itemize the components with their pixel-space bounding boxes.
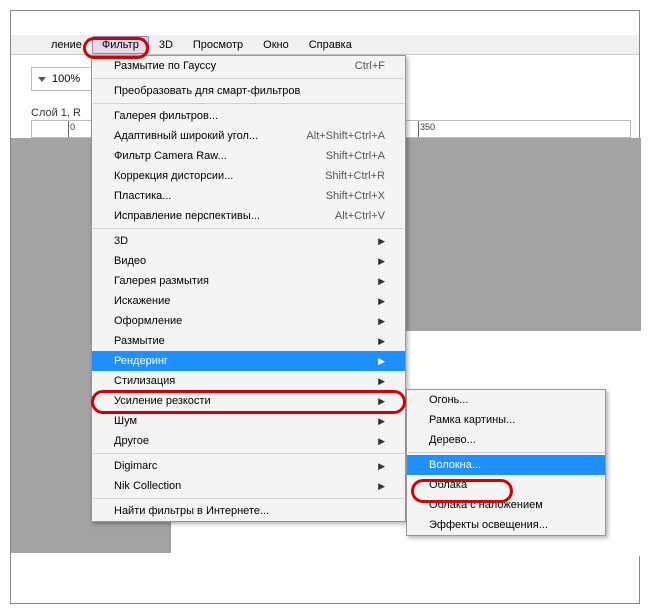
submenu-arrow-icon: ▶	[378, 416, 385, 427]
submenu-arrow-icon: ▶	[378, 376, 385, 387]
menu-item-label: Фильтр Camera Raw...	[114, 150, 227, 162]
filter-menu: Размытие по Гауссу Ctrl+F Преобразовать дл…	[91, 55, 406, 522]
menu-item-label: Галерея размытия	[114, 275, 209, 287]
rendering-submenu-item[interactable]: Эффекты освещения...	[407, 515, 605, 535]
filter-menu-item[interactable]: Найти фильтры в Интернете...	[92, 501, 405, 521]
zoom-value: 100%	[52, 73, 80, 85]
submenu-arrow-icon: ▶	[378, 296, 385, 307]
submenu-arrow-icon: ▶	[378, 436, 385, 447]
filter-menu-item[interactable]: Фильтр Camera Raw... Shift+Ctrl+A	[92, 146, 405, 166]
menu-item-label: Найти фильтры в Интернете...	[114, 505, 269, 517]
menu-item-label: Адаптивный широкий угол...	[114, 130, 258, 142]
filter-menu-item[interactable]: Digimarc ▶	[92, 456, 405, 476]
chevron-down-icon	[38, 77, 46, 82]
menu-item-label: Размытие	[114, 335, 165, 347]
menu-item-label: Видео	[114, 255, 146, 267]
menu-item-label: Галерея фильтров...	[114, 110, 218, 122]
filter-menu-item[interactable]: Другое ▶	[92, 431, 405, 451]
menu-item-label: Размытие по Гауссу	[114, 60, 216, 72]
submenu-arrow-icon: ▶	[378, 336, 385, 347]
rendering-submenu-item[interactable]: Волокна...	[407, 455, 605, 475]
menu-item-label: Digimarc	[114, 460, 157, 472]
rendering-submenu-item[interactable]: Дерево...	[407, 430, 605, 450]
menu-item-label: Волокна...	[429, 459, 481, 471]
menu-ление[interactable]: ление	[41, 36, 92, 54]
menu-shortcut: Shift+Ctrl+A	[326, 150, 385, 162]
rendering-submenu-item[interactable]: Огонь...	[407, 390, 605, 410]
menubar: лениеФильтр3DПросмотрОкноСправка	[11, 35, 639, 55]
menu-shortcut: Shift+Ctrl+R	[325, 170, 385, 182]
menu-item-label: Эффекты освещения...	[429, 519, 548, 531]
submenu-arrow-icon: ▶	[378, 461, 385, 472]
menu-item-label: Шум	[114, 415, 137, 427]
filter-menu-item[interactable]: Усиление резкости ▶	[92, 391, 405, 411]
menu-item-label: Пластика...	[114, 190, 171, 202]
menu-shortcut: Alt+Ctrl+V	[335, 210, 385, 222]
filter-menu-item[interactable]: Искажение ▶	[92, 291, 405, 311]
filter-menu-item[interactable]: Шум ▶	[92, 411, 405, 431]
app-frame: лениеФильтр3DПросмотрОкноСправка 100% Сл…	[10, 10, 640, 604]
menu-item-label: Дерево...	[429, 434, 476, 446]
menu-item-label: Искажение	[114, 295, 170, 307]
submenu-arrow-icon: ▶	[378, 236, 385, 247]
filter-menu-item[interactable]: Галерея размытия ▶	[92, 271, 405, 291]
filter-menu-item[interactable]: Преобразовать для смарт-фильтров	[92, 81, 405, 101]
menu-shortcut: Shift+Ctrl+X	[326, 190, 385, 202]
menu-item-label: Другое	[114, 435, 149, 447]
submenu-arrow-icon: ▶	[378, 256, 385, 267]
filter-menu-item[interactable]: Пластика... Shift+Ctrl+X	[92, 186, 405, 206]
filter-menu-item[interactable]: Коррекция дисторсии... Shift+Ctrl+R	[92, 166, 405, 186]
rendering-submenu-item[interactable]: Рамка картины...	[407, 410, 605, 430]
filter-menu-item[interactable]: Размытие ▶	[92, 331, 405, 351]
filter-menu-item[interactable]: Галерея фильтров...	[92, 106, 405, 126]
menu-item-label: Рендеринг	[114, 355, 168, 367]
menu-просмотр[interactable]: Просмотр	[183, 36, 253, 54]
menu-item-label: Оформление	[114, 315, 182, 327]
menu-item-label: Стилизация	[114, 375, 175, 387]
submenu-arrow-icon: ▶	[378, 356, 385, 367]
filter-menu-item[interactable]: Nik Collection ▶	[92, 476, 405, 496]
menu-shortcut: Alt+Shift+Ctrl+A	[306, 130, 385, 142]
menu-shortcut: Ctrl+F	[355, 60, 385, 72]
menu-item-label: Рамка картины...	[429, 414, 515, 426]
rendering-submenu: Огонь... Рамка картины... Дерево... Волокна…	[406, 389, 606, 536]
menu-фильтр[interactable]: Фильтр	[92, 36, 149, 54]
submenu-arrow-icon: ▶	[378, 481, 385, 492]
menu-item-label: Коррекция дисторсии...	[114, 170, 233, 182]
filter-menu-item[interactable]: Оформление ▶	[92, 311, 405, 331]
filter-menu-item[interactable]: 3D ▶	[92, 231, 405, 251]
submenu-arrow-icon: ▶	[378, 396, 385, 407]
menu-item-label: Облака с наложением	[429, 499, 543, 511]
filter-menu-item[interactable]: Стилизация ▶	[92, 371, 405, 391]
filter-menu-item[interactable]: Исправление перспективы... Alt+Ctrl+V	[92, 206, 405, 226]
menu-item-label: Усиление резкости	[114, 395, 211, 407]
submenu-arrow-icon: ▶	[378, 316, 385, 327]
filter-menu-item[interactable]: Размытие по Гауссу Ctrl+F	[92, 56, 405, 76]
document-tab[interactable]: Слой 1, R	[31, 107, 81, 119]
menu-item-label: 3D	[114, 235, 128, 247]
rendering-submenu-item[interactable]: Облака с наложением	[407, 495, 605, 515]
menu-item-label: Облака	[429, 479, 467, 491]
menu-3d[interactable]: 3D	[149, 36, 183, 54]
menu-item-label: Огонь...	[429, 394, 468, 406]
rendering-submenu-item[interactable]: Облака	[407, 475, 605, 495]
menu-справка[interactable]: Справка	[299, 36, 362, 54]
menu-item-label: Преобразовать для смарт-фильтров	[114, 85, 300, 97]
menu-item-label: Nik Collection	[114, 480, 181, 492]
filter-menu-item[interactable]: Рендеринг ▶	[92, 351, 405, 371]
filter-menu-item[interactable]: Видео ▶	[92, 251, 405, 271]
filter-menu-item[interactable]: Адаптивный широкий угол... Alt+Shift+Ctrl…	[92, 126, 405, 146]
menu-item-label: Исправление перспективы...	[114, 210, 260, 222]
submenu-arrow-icon: ▶	[378, 276, 385, 287]
menu-окно[interactable]: Окно	[253, 36, 299, 54]
